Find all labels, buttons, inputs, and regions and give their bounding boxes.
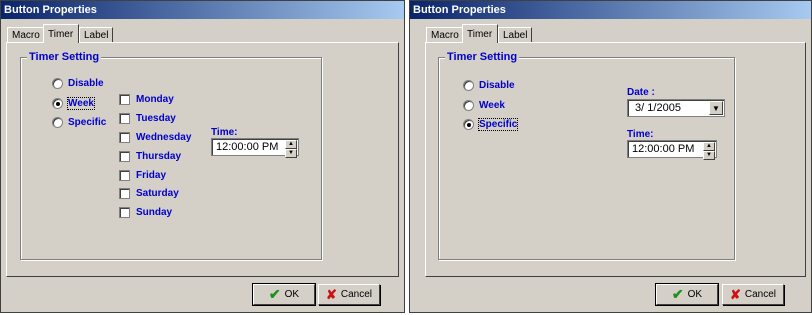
cancel-button[interactable]: ✘ Cancel bbox=[722, 284, 784, 305]
tab-timer[interactable]: Timer bbox=[43, 24, 79, 43]
checkbox[interactable] bbox=[119, 169, 130, 181]
radio-specific[interactable]: Specific bbox=[463, 117, 519, 131]
checkbox[interactable] bbox=[119, 206, 130, 218]
radio-disable[interactable]: Disable bbox=[52, 76, 104, 90]
cancel-label: Cancel bbox=[340, 289, 373, 300]
radio-button[interactable] bbox=[463, 99, 474, 111]
tab-label[interactable]: Label bbox=[79, 27, 113, 42]
button-properties-dialog-specific: Button Properties Macro Timer Label Time… bbox=[409, 0, 812, 313]
checkmark-icon: ✔ bbox=[671, 286, 684, 302]
tab-macro[interactable]: Macro bbox=[7, 27, 44, 42]
checkbox-tuesday[interactable]: Tuesday bbox=[119, 111, 176, 125]
spin-buttons[interactable]: ▲ ▼ bbox=[703, 142, 715, 160]
checkbox-saturday[interactable]: Saturday bbox=[119, 186, 179, 200]
dialog-title: Button Properties bbox=[1, 1, 404, 19]
checkbox-thursday[interactable]: Thursday bbox=[119, 149, 181, 163]
checkbox[interactable] bbox=[119, 187, 130, 199]
radio-label: Disable bbox=[479, 79, 515, 91]
button-properties-dialog-week: Button Properties Macro Timer Label Time… bbox=[0, 0, 405, 313]
checkbox-wednesday[interactable]: Wednesday bbox=[119, 130, 191, 144]
tab-macro[interactable]: Macro bbox=[426, 27, 463, 42]
chevron-up-icon[interactable]: ▲ bbox=[703, 142, 715, 151]
date-label: Date : bbox=[627, 87, 655, 98]
checkbox-sunday[interactable]: Sunday bbox=[119, 205, 172, 219]
timer-tab-panel: Timer Setting Disable Week Specific Mond… bbox=[6, 42, 399, 277]
checkbox[interactable] bbox=[119, 112, 130, 124]
date-picker[interactable]: 3/ 1/2005 ▼ bbox=[627, 99, 725, 117]
ok-button[interactable]: ✔ OK bbox=[252, 283, 316, 306]
timer-setting-group: Timer Setting Disable Week Specific Mond… bbox=[20, 51, 322, 260]
radio-week[interactable]: Week bbox=[463, 98, 505, 112]
radio-label: Specific bbox=[477, 117, 519, 131]
group-title: Timer Setting bbox=[445, 51, 520, 63]
checkbox-label: Sunday bbox=[136, 206, 173, 218]
checkbox-monday[interactable]: Monday bbox=[119, 92, 174, 106]
checkbox-label: Saturday bbox=[136, 187, 179, 199]
radio-week[interactable]: Week bbox=[52, 96, 95, 110]
chevron-down-icon[interactable]: ▼ bbox=[285, 149, 297, 158]
radio-label: Week bbox=[479, 99, 505, 111]
radio-label: Disable bbox=[68, 77, 104, 89]
time-label: Time: bbox=[211, 127, 238, 138]
timer-setting-group: Timer Setting Disable Week Specific Date… bbox=[438, 51, 735, 260]
checkbox[interactable] bbox=[119, 150, 130, 162]
radio-button[interactable] bbox=[463, 118, 474, 130]
time-label: Time: bbox=[627, 129, 654, 140]
time-value: 12:00:00 PM bbox=[632, 143, 695, 155]
radio-label: Specific bbox=[68, 116, 107, 128]
timer-tab-panel: Timer Setting Disable Week Specific Date… bbox=[425, 42, 806, 277]
radio-button[interactable] bbox=[52, 97, 63, 109]
chevron-down-icon[interactable]: ▼ bbox=[709, 101, 723, 115]
checkbox[interactable] bbox=[119, 93, 130, 105]
checkbox-label: Wednesday bbox=[136, 131, 192, 143]
chevron-down-icon[interactable]: ▼ bbox=[703, 151, 715, 160]
checkbox-friday[interactable]: Friday bbox=[119, 168, 166, 182]
time-spinner[interactable]: 12:00:00 PM ▲ ▼ bbox=[627, 140, 717, 160]
date-value: 3/ 1/2005 bbox=[632, 102, 681, 114]
x-icon: ✘ bbox=[325, 286, 337, 302]
checkbox-label: Thursday bbox=[136, 150, 182, 162]
cancel-button[interactable]: ✘ Cancel bbox=[318, 284, 380, 305]
radio-label: Week bbox=[67, 96, 95, 110]
radio-disable[interactable]: Disable bbox=[463, 78, 515, 92]
ok-label: OK bbox=[284, 289, 300, 300]
checkbox-label: Tuesday bbox=[136, 112, 176, 124]
checkmark-icon: ✔ bbox=[268, 286, 281, 302]
ok-button[interactable]: ✔ OK bbox=[655, 283, 719, 306]
time-spinner[interactable]: 12:00:00 PM ▲ ▼ bbox=[211, 138, 299, 158]
group-title: Timer Setting bbox=[27, 51, 102, 63]
checkbox-label: Monday bbox=[136, 93, 174, 105]
x-icon: ✘ bbox=[729, 286, 741, 302]
tab-label[interactable]: Label bbox=[498, 27, 532, 42]
radio-specific[interactable]: Specific bbox=[52, 115, 106, 129]
dialog-title: Button Properties bbox=[410, 1, 811, 19]
chevron-up-icon[interactable]: ▲ bbox=[285, 140, 297, 149]
ok-label: OK bbox=[687, 289, 703, 300]
tab-timer[interactable]: Timer bbox=[462, 24, 498, 43]
cancel-label: Cancel bbox=[744, 289, 777, 300]
time-value: 12:00:00 PM bbox=[216, 141, 279, 153]
spin-buttons[interactable]: ▲ ▼ bbox=[285, 140, 297, 158]
radio-button[interactable] bbox=[52, 77, 63, 89]
checkbox-label: Friday bbox=[136, 169, 167, 181]
radio-button[interactable] bbox=[52, 116, 63, 128]
radio-button[interactable] bbox=[463, 79, 474, 91]
checkbox[interactable] bbox=[119, 131, 130, 143]
